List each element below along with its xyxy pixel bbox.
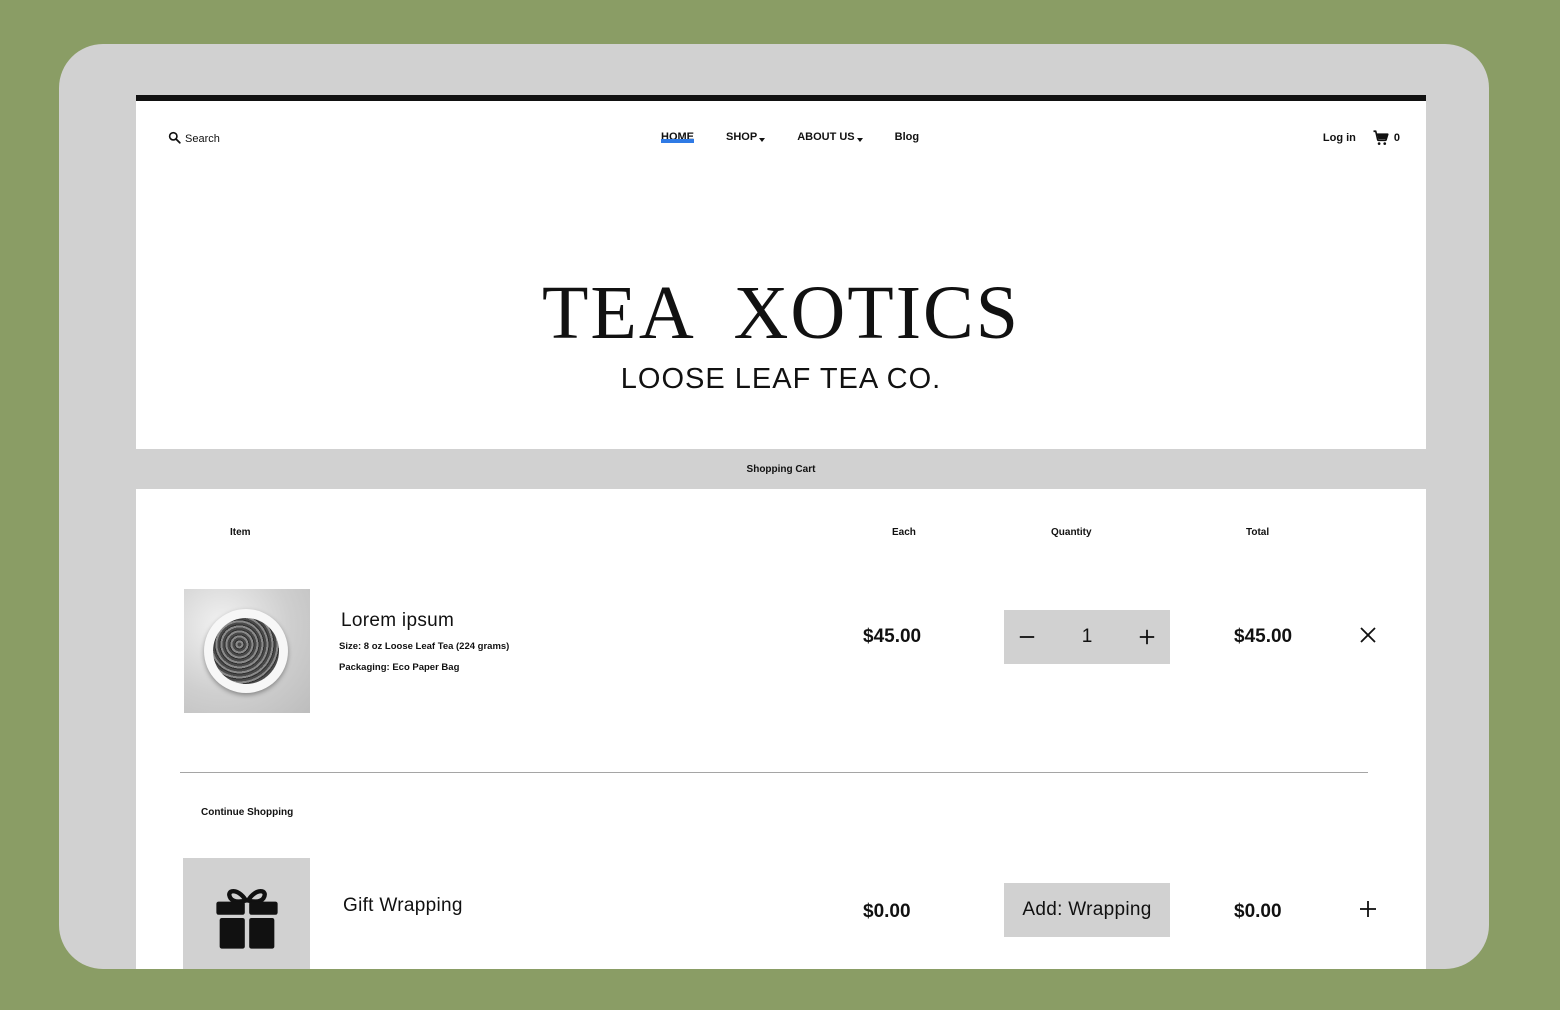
add-gift-button[interactable] [1358,899,1378,919]
search-link[interactable]: Search [168,131,220,147]
gift-each-price: $0.00 [863,901,911,922]
product-image[interactable] [184,589,310,713]
header-quantity: Quantity [1051,527,1092,538]
caret-down-icon [856,137,863,142]
close-icon [1360,627,1376,643]
continue-shopping-link[interactable]: Continue Shopping [201,807,293,818]
decrease-quantity-button[interactable] [1016,626,1038,648]
search-label: Search [185,133,220,145]
add-wrapping-button[interactable]: Add: Wrapping [1004,883,1170,937]
quantity-stepper: 1 [1004,610,1170,664]
nav-home-label: HOME [661,131,694,143]
brand-title: TEA XOTICS [542,271,1020,355]
plus-icon [1139,629,1155,645]
quantity-value[interactable]: 1 [1082,626,1093,648]
increase-quantity-button[interactable] [1136,626,1158,648]
nav-shop-label: SHOP [726,131,758,143]
shopping-cart-heading: Shopping Cart [746,463,816,475]
main-nav: HOME SHOP ABOUT US Blog [661,131,951,143]
caret-down-icon [759,137,766,142]
nav-shop[interactable]: SHOP [726,131,766,143]
cart-icon[interactable] [1372,129,1390,147]
nav-about-us[interactable]: ABOUT US [797,131,863,143]
remove-item-button[interactable] [1358,625,1378,645]
login-link[interactable]: Log in [1323,132,1356,144]
nav-blog-label: Blog [894,131,920,143]
device-frame: Search HOME SHOP ABOUT US Blog Log in 0 … [59,44,1489,969]
product-size: Size: 8 oz Loose Leaf Tea (224 grams) [339,641,510,652]
top-bar [136,95,1426,101]
search-icon [168,131,181,147]
product-total-price: $45.00 [1234,626,1293,647]
browser-screen: Search HOME SHOP ABOUT US Blog Log in 0 … [136,95,1426,969]
header-each: Each [892,527,916,538]
add-wrapping-label: Add: Wrapping [1022,899,1152,920]
nav-about-label: ABOUT US [797,131,855,143]
plus-icon [1360,901,1376,917]
gift-icon [215,888,278,949]
account-nav: Log in 0 [1323,129,1400,147]
product-each-price: $45.00 [863,626,922,647]
nav-blog[interactable]: Blog [895,131,919,143]
header-total: Total [1246,527,1270,538]
header-item: Item [230,527,251,538]
shopping-cart-band: Shopping Cart [136,449,1426,489]
cart-count: 0 [1393,132,1400,144]
row-divider [180,772,1368,773]
product-packaging: Packaging: Eco Paper Bag [339,662,460,673]
gift-wrapping-name: Gift Wrapping [343,895,463,916]
tea-leaves [213,618,279,684]
product-name[interactable]: Lorem ipsum [341,610,454,632]
gift-total-price: $0.00 [1234,901,1282,922]
brand-subtitle: LOOSE LEAF TEA CO. [620,363,942,395]
nav-home[interactable]: HOME [661,131,694,143]
minus-icon [1019,636,1035,638]
gift-image [183,858,310,969]
tea-bowl [204,609,288,693]
